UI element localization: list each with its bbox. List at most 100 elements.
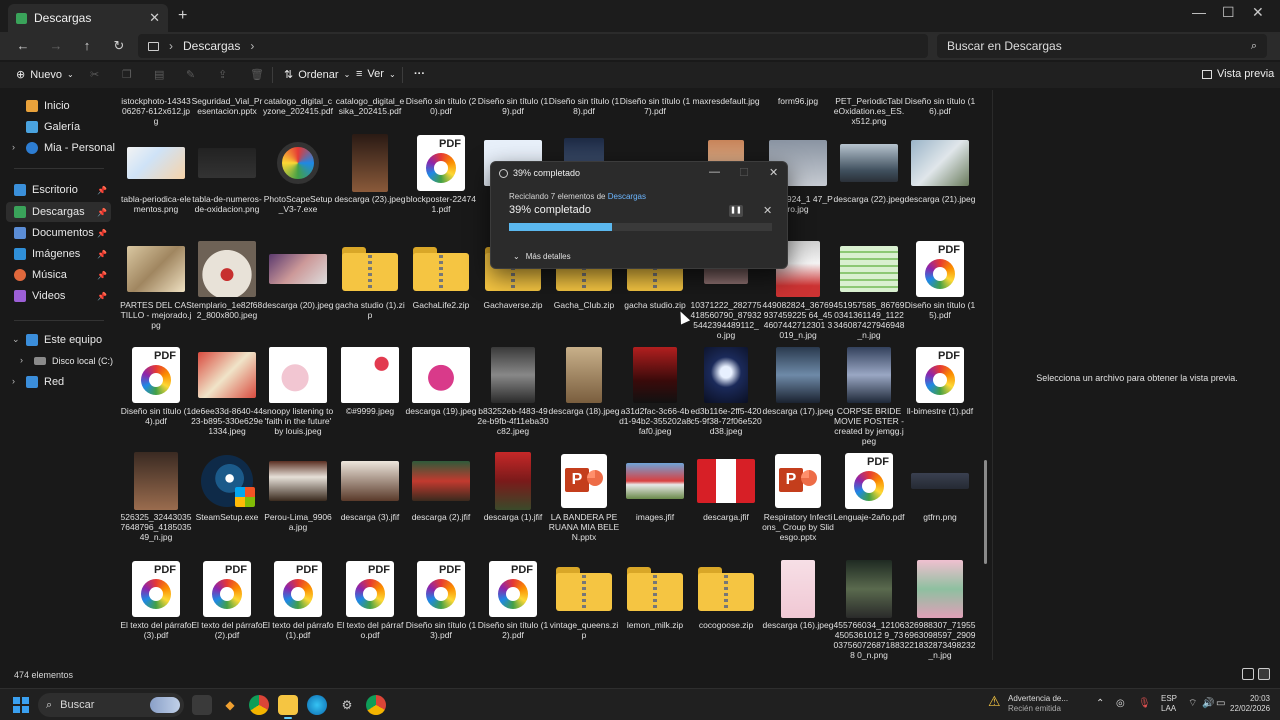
- battery-icon[interactable]: ▭: [1216, 699, 1225, 709]
- address-bar[interactable]: › Descargas ›: [138, 34, 928, 58]
- file-item[interactable]: descarga (1).jfif: [477, 452, 549, 560]
- file-item[interactable]: tabla-de-numeros-de-oxidacion.png: [191, 134, 263, 242]
- new-button[interactable]: ⊕ Nuevo ⌄: [16, 68, 74, 82]
- minimize-button[interactable]: —: [1192, 4, 1206, 20]
- file-item[interactable]: descarga (18).jpeg: [548, 346, 620, 454]
- preview-pane-button[interactable]: Vista previa: [1202, 68, 1274, 80]
- file-item[interactable]: a31d2fac-3c66-4bd1-94b2-355202a8faf0.jpe…: [619, 346, 691, 454]
- sidebar-item-inicio[interactable]: Inicio: [18, 96, 123, 116]
- sidebar-item-red[interactable]: Red: [18, 372, 123, 392]
- file-item[interactable]: GachaLife2.zip: [405, 240, 477, 348]
- file-item[interactable]: gtfrn.png: [904, 452, 976, 560]
- taskbar-search[interactable]: ⌕ Buscar: [38, 693, 184, 717]
- more-details-button[interactable]: ⌄ Más detalles: [513, 252, 571, 261]
- view-button[interactable]: ≡ Ver ⌄: [356, 68, 396, 80]
- clock[interactable]: 20:03 22/02/2026: [1230, 694, 1270, 714]
- notification-toast[interactable]: Advertencia de... Recién emitida: [1008, 694, 1068, 714]
- file-item[interactable]: snoopy listening to 'faith in the future…: [262, 346, 334, 454]
- file-item[interactable]: descarga (2).jfif: [405, 452, 477, 560]
- file-item[interactable]: descarga (22).jpeg: [833, 134, 905, 242]
- file-item[interactable]: PDF Diseño sin título (13).pdf: [405, 560, 477, 660]
- microphone-icon[interactable]: 🎙: [1138, 699, 1151, 709]
- file-item[interactable]: PDF El texto del párrafo.pdf: [334, 560, 406, 660]
- file-item[interactable]: Perou-Lima_9906a.jpg: [262, 452, 334, 560]
- pin-icon[interactable]: 📌: [97, 250, 107, 259]
- file-item[interactable]: PDF Diseño sin título (15).pdf: [904, 240, 976, 348]
- up-button[interactable]: ↑: [76, 36, 98, 56]
- file-item[interactable]: de6ee33d-8640-4423-b895-330e629e1334.jpe…: [191, 346, 263, 454]
- file-item[interactable]: P Respiratory Infections_ Croup by Slide…: [762, 452, 834, 560]
- file-item[interactable]: templario_1e82f682_800x800.jpeg: [191, 240, 263, 348]
- sort-button[interactable]: ⇅ Ordenar ⌄: [284, 68, 350, 82]
- details-view-icon[interactable]: [1242, 668, 1254, 680]
- wifi-icon[interactable]: ⌔: [1188, 699, 1197, 709]
- paste-icon[interactable]: ▤: [154, 68, 164, 81]
- edge-icon[interactable]: [307, 695, 327, 715]
- pause-button[interactable]: ❚❚: [729, 205, 743, 217]
- file-item[interactable]: PDF El texto del párrafo (1).pdf: [262, 560, 334, 660]
- file-item[interactable]: PDF ll-bimestre (1).pdf: [904, 346, 976, 454]
- sidebar-item-descargas[interactable]: Descargas 📌: [6, 202, 111, 222]
- vertical-scrollbar[interactable]: [984, 460, 987, 564]
- file-item[interactable]: PDF Lenguaje-2año.pdf: [833, 452, 905, 560]
- tab-descargas[interactable]: Descargas ✕: [8, 4, 168, 32]
- file-item[interactable]: PDF Diseño sin título (12).pdf: [477, 560, 549, 660]
- file-item[interactable]: SteamSetup.exe: [191, 452, 263, 560]
- cut-icon[interactable]: ✂: [90, 68, 99, 81]
- file-item[interactable]: ©#9999.jpeg: [334, 346, 406, 454]
- file-item[interactable]: PARTES DEL CASTILLO - mejorado.jpg: [120, 240, 192, 348]
- sidebar-item-documentos[interactable]: Documentos 📌: [6, 223, 111, 243]
- file-item[interactable]: PDF El texto del párrafo (3).pdf: [120, 560, 192, 660]
- file-item[interactable]: tabla-periodica-elementos.png: [120, 134, 192, 242]
- file-item[interactable]: descarga (21).jpeg: [904, 134, 976, 242]
- file-item[interactable]: b83252eb-f483-492e-b9fb-4f11eba30c82.jpe…: [477, 346, 549, 454]
- close-tab-icon[interactable]: ✕: [149, 10, 160, 26]
- file-item[interactable]: images.jfif: [619, 452, 691, 560]
- delete-icon[interactable]: 🗑: [250, 68, 264, 81]
- file-item[interactable]: gacha studio (1).zip: [334, 240, 406, 348]
- task-view-icon[interactable]: [192, 695, 212, 715]
- file-item[interactable]: 526325_324430357648796_418503549_n.jpg: [120, 452, 192, 560]
- file-item[interactable]: 326988307_719556963098597_29092218328734…: [904, 560, 976, 660]
- sidebar-item-disco-local[interactable]: Disco local (C:): [26, 351, 116, 371]
- file-item[interactable]: ed3b116e-2ff5-420c5-9f38-72f06e520d38.jp…: [690, 346, 762, 454]
- sidebar-item-musica[interactable]: Música 📌: [6, 265, 111, 285]
- chevron-right-icon[interactable]: ›: [12, 142, 15, 152]
- file-item[interactable]: 451957585_867690341361149_11223460874279…: [833, 240, 905, 348]
- search-input[interactable]: Buscar en Descargas ⌕: [937, 34, 1267, 58]
- start-button[interactable]: [13, 697, 29, 713]
- file-item[interactable]: PDF Diseño sin título (14).pdf: [120, 346, 192, 454]
- chevron-right-icon[interactable]: ›: [20, 355, 23, 365]
- show-hidden-icons[interactable]: ⌃: [1096, 699, 1104, 709]
- pin-icon[interactable]: 📌: [97, 229, 107, 238]
- sidebar-item-onedrive[interactable]: Mia - Personal: [18, 138, 123, 158]
- pin-icon[interactable]: 📌: [97, 208, 107, 217]
- dialog-close-button[interactable]: ✕: [769, 166, 778, 179]
- refresh-button[interactable]: ↻: [108, 36, 130, 56]
- file-item[interactable]: 455766034_121064505361012 9_730375607268…: [833, 560, 905, 660]
- cancel-operation-button[interactable]: ✕: [763, 204, 772, 217]
- sidebar-item-galeria[interactable]: Galería: [18, 117, 123, 137]
- file-item[interactable]: descarga (19).jpeg: [405, 346, 477, 454]
- sidebar-item-imagenes[interactable]: Imágenes 📌: [6, 244, 111, 264]
- file-explorer-icon[interactable]: [278, 695, 298, 719]
- file-item[interactable]: lemon_milk.zip: [619, 560, 691, 660]
- copilot-icon[interactable]: ◆: [220, 695, 240, 715]
- location-icon[interactable]: ◎: [1116, 699, 1125, 709]
- back-button[interactable]: ←: [12, 36, 34, 56]
- more-options-button[interactable]: ···: [414, 68, 425, 80]
- sidebar-item-este-equipo[interactable]: Este equipo: [18, 330, 123, 350]
- copy-icon[interactable]: ❐: [122, 68, 132, 81]
- close-window-button[interactable]: ✕: [1252, 4, 1264, 21]
- tiles-view-icon[interactable]: [1258, 668, 1270, 680]
- file-item[interactable]: descarga (23).jpeg: [334, 134, 406, 242]
- file-item[interactable]: PDF El texto del párrafo (2).pdf: [191, 560, 263, 660]
- new-tab-button[interactable]: +: [178, 7, 187, 25]
- chrome-icon[interactable]: [249, 695, 269, 715]
- dialog-minimize-button[interactable]: —: [709, 166, 720, 178]
- pin-icon[interactable]: 📌: [97, 186, 107, 195]
- pin-icon[interactable]: 📌: [97, 271, 107, 280]
- file-item[interactable]: P LA BANDERA PERUANA MIA BELEN.pptx: [548, 452, 620, 560]
- file-item[interactable]: cocogoose.zip: [690, 560, 762, 660]
- sidebar-item-escritorio[interactable]: Escritorio 📌: [6, 180, 111, 200]
